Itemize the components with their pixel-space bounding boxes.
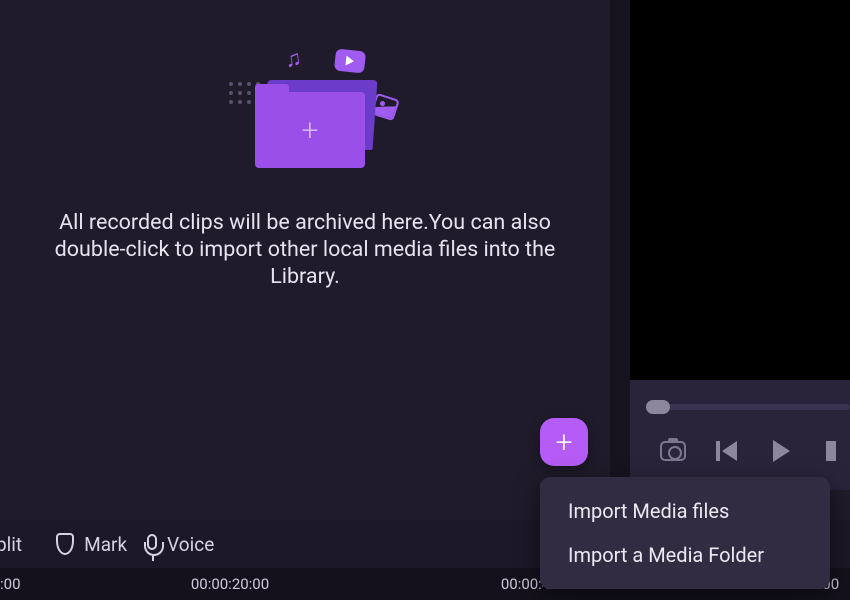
video-chip-icon: [334, 48, 366, 73]
ruler-tick: :00: [0, 575, 21, 593]
plus-icon: +: [556, 425, 573, 460]
import-menu: Import Media files Import a Media Folder: [540, 477, 830, 589]
voice-button[interactable]: Voice: [147, 533, 214, 556]
preview-controls: [630, 380, 850, 490]
folder-front-shape: +: [255, 92, 365, 168]
ruler-tick: 00:00:20:00: [191, 575, 269, 593]
stop-icon: [826, 441, 836, 461]
panel-divider: [610, 0, 630, 490]
step-back-button[interactable]: [722, 441, 737, 461]
split-button[interactable]: plit: [0, 533, 22, 556]
camera-icon: [660, 441, 686, 461]
library-empty-message: All recorded clips will be archived here…: [45, 210, 565, 291]
library-panel[interactable]: ♫ + All recorded clips will be archived …: [0, 0, 610, 490]
snapshot-button[interactable]: [660, 441, 686, 461]
import-media-folder-item[interactable]: Import a Media Folder: [540, 533, 830, 577]
empty-folder-illustration: ♫ +: [215, 40, 395, 180]
folder-plus-icon: +: [302, 113, 319, 148]
mark-label: Mark: [84, 533, 127, 556]
play-icon: [773, 440, 790, 462]
library-empty-state: ♫ + All recorded clips will be archived …: [45, 40, 565, 291]
preview-panel: [630, 0, 850, 380]
play-button[interactable]: [773, 440, 790, 462]
import-media-files-item[interactable]: Import Media files: [540, 489, 830, 533]
stop-button[interactable]: [826, 441, 836, 461]
mark-button[interactable]: Mark: [56, 533, 127, 556]
split-label: plit: [0, 533, 22, 556]
progress-thumb[interactable]: [646, 400, 670, 414]
voice-label: Voice: [167, 533, 214, 556]
mark-icon: [56, 533, 74, 555]
step-back-icon: [722, 441, 737, 461]
music-note-icon: ♫: [283, 45, 303, 73]
transport-controls: [630, 440, 850, 462]
add-media-button[interactable]: +: [540, 418, 588, 466]
microphone-icon: [147, 534, 157, 550]
progress-track[interactable]: [648, 404, 850, 410]
